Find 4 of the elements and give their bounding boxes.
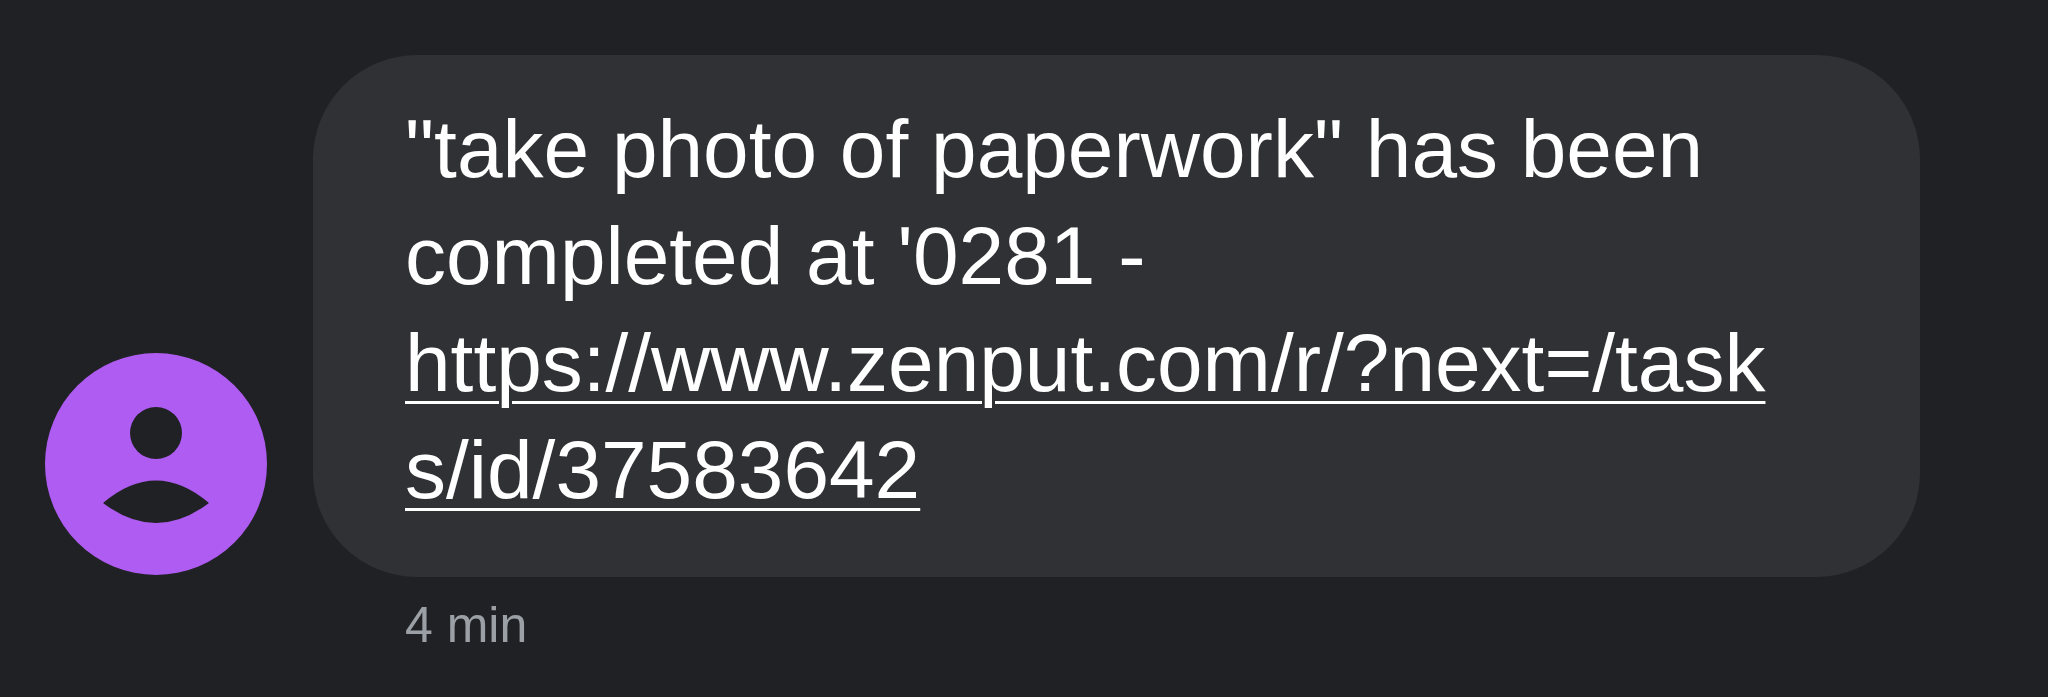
message-text: "take photo of paperwork" has been completed at '0281 - https://www.zenput.com/r/?next=/tasks/id/37583642 <box>405 95 1780 523</box>
message-link[interactable]: https://www.zenput.com/r/?next=/tasks/id/37583642 <box>405 309 1780 523</box>
avatar-icon <box>45 353 267 575</box>
message-time: 4 min <box>405 596 528 655</box>
